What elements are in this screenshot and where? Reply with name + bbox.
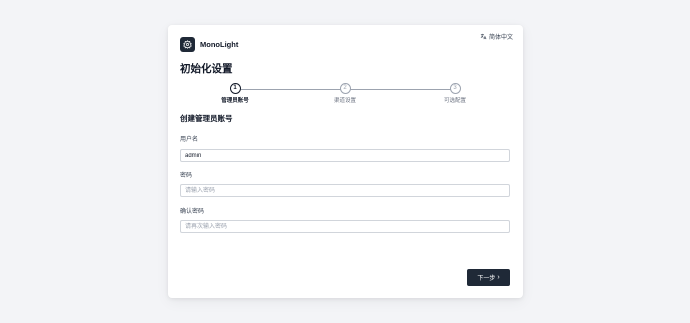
username-input[interactable]: [180, 149, 510, 162]
setup-card: MonoLight 简体中文 初始化设置 1 管理员账号 2 渠道设置 3 可选…: [168, 25, 523, 298]
step-label: 渠道设置: [333, 98, 356, 104]
step-optional-config: 3 可选配置: [425, 83, 485, 104]
gear-icon: [180, 37, 195, 52]
confirm-password-input[interactable]: [180, 220, 510, 233]
password-input[interactable]: [180, 184, 510, 197]
chevron-right-icon: ›: [497, 274, 500, 281]
page-title: 初始化设置: [180, 63, 233, 75]
stepper: 1 管理员账号 2 渠道设置 3 可选配置: [168, 83, 523, 105]
language-label: 简体中文: [488, 35, 513, 41]
section-title: 创建管理员账号: [180, 114, 233, 123]
password-label: 密码: [180, 173, 193, 179]
step-number: 1: [229, 83, 241, 94]
step-label: 可选配置: [443, 98, 466, 104]
step-channel-settings: 2 渠道设置: [315, 83, 375, 104]
confirm-password-label: 确认密码: [180, 209, 205, 215]
translate-icon: [480, 33, 487, 40]
next-button-label: 下一步: [477, 276, 496, 282]
step-label: 管理员账号: [221, 98, 249, 104]
next-button[interactable]: 下一步 ›: [467, 269, 510, 286]
brand-name: MonoLight: [200, 40, 239, 49]
brand: MonoLight: [180, 37, 238, 52]
language-switcher[interactable]: 简体中文: [480, 32, 513, 41]
step-number: 3: [449, 83, 461, 94]
step-number: 2: [339, 83, 351, 94]
step-admin-account: 1 管理员账号: [205, 83, 265, 104]
username-label: 用户名: [180, 137, 199, 143]
